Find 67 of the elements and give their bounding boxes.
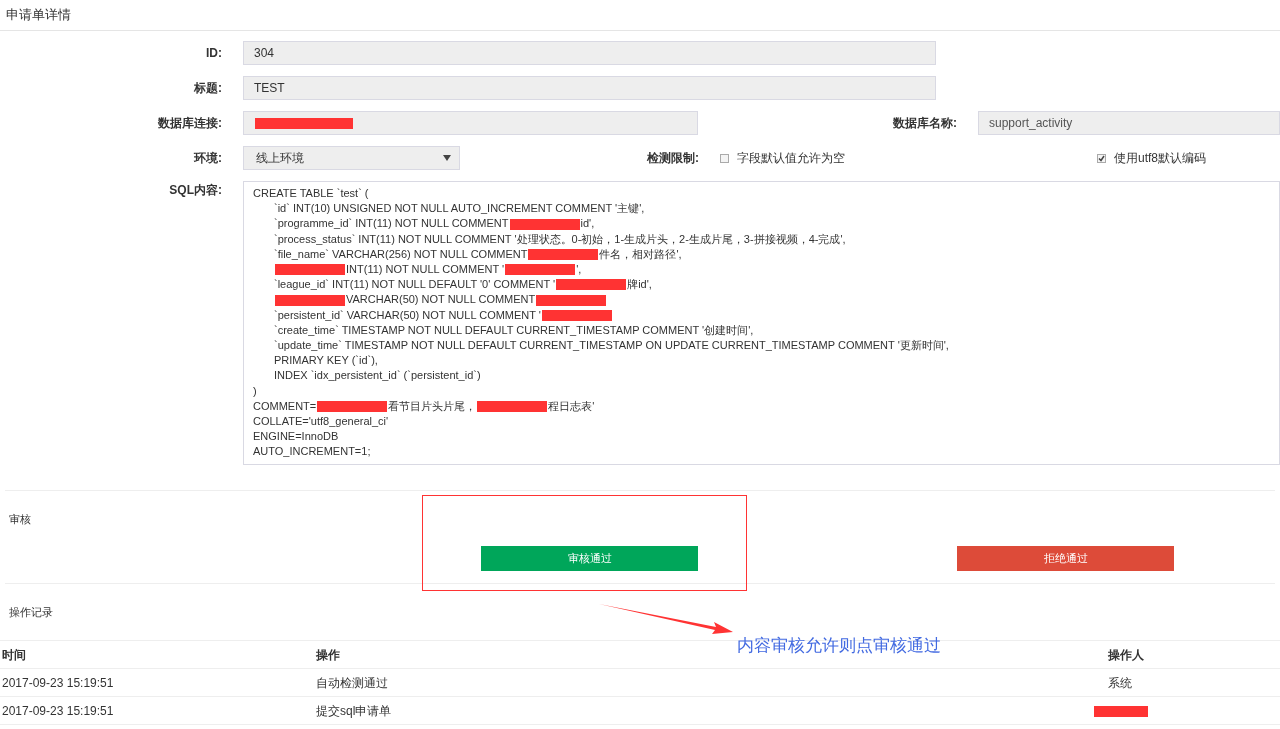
section-label: 操作记录 — [8, 604, 53, 620]
sql-text: 牌id', — [627, 277, 652, 293]
sql-text: 程日志表' — [548, 398, 595, 414]
table-cell: 自动检测通过 — [316, 675, 388, 690]
redaction-mark — [556, 279, 627, 291]
sql-text: `process_status` INT(11) NOT NULL COMMENT '处理状态。0-初始，1-生成片头，2-生成片尾，3-拼接视频，4-完成', — [274, 231, 846, 247]
sql-text: `programme_id` INT(11) NOT NULL COMMENT — [274, 216, 509, 232]
column-header: 操作人 — [1108, 647, 1144, 662]
table-cell: 系统 — [1108, 675, 1132, 690]
redaction-mark — [505, 264, 576, 276]
db-link-field[interactable] — [243, 111, 698, 135]
redaction-mark — [542, 309, 612, 321]
id-field[interactable]: 304 — [243, 41, 936, 65]
sql-text: ', — [576, 262, 582, 277]
field-label: SQL内容: — [169, 182, 222, 199]
column-header: 操作 — [316, 647, 340, 662]
section-label: 审核 — [9, 512, 31, 527]
title-field[interactable]: TEST — [243, 76, 936, 100]
field-label: 检测限制: — [647, 150, 699, 167]
checkbox[interactable] — [720, 153, 729, 163]
checkmark-icon — [1098, 154, 1105, 162]
field-label: 环境: — [194, 150, 222, 167]
redaction-mark — [509, 218, 580, 230]
checkbox[interactable] — [1097, 153, 1106, 163]
redaction-mark — [528, 248, 599, 260]
sql-text: ) — [253, 383, 257, 399]
sql-text: 件名，相对路径', — [599, 246, 682, 262]
reject-button[interactable]: 拒绝通过 — [957, 546, 1174, 571]
checkbox-label: 使用utf8默认编码 — [1114, 150, 1206, 167]
sql-text: `create_time` TIMESTAMP NOT NULL DEFAULT CURRENT_TIMESTAMP COMMENT '创建时间', — [274, 322, 754, 338]
redaction-mark — [536, 294, 607, 306]
redaction-mark — [275, 294, 345, 306]
annotation-text: 内容审核允许则点审核通过 — [737, 635, 941, 657]
sql-text: `league_id` INT(11) NOT NULL DEFAULT '0' COMMENT ' — [274, 277, 556, 293]
db-name-field[interactable]: support_activity — [978, 111, 1280, 135]
table-cell: 提交sql申请单 — [316, 703, 392, 718]
field-label: 标题: — [194, 80, 222, 97]
field-label: 数据库名称: — [893, 115, 957, 132]
sql-text: CREATE TABLE `test` ( — [253, 186, 369, 201]
sql-text: `update_time` TIMESTAMP NOT NULL DEFAULT CURRENT_TIMESTAMP ON UPDATE CURRENT_TIMESTAMP COMMENT '更新时间', — [274, 338, 949, 354]
column-header: 时间 — [2, 647, 26, 662]
sql-text: VARCHAR(50) NOT NULL COMMENT — [346, 292, 536, 308]
arrow-icon — [598, 602, 734, 635]
environment-select[interactable]: 线上环境 — [243, 146, 460, 170]
sql-text: PRIMARY KEY (`id`), — [274, 353, 378, 369]
redaction-mark — [477, 400, 548, 412]
field-label: 数据库连接: — [158, 115, 222, 132]
sql-text: id', — [580, 216, 595, 232]
caret-icon — [443, 155, 451, 161]
page-title: 申请单详情 — [6, 6, 71, 25]
table-cell: 2017-09-23 15:19:51 — [2, 703, 114, 718]
field-label: ID: — [206, 45, 222, 62]
sql-text: COMMENT= — [253, 398, 317, 414]
sql-text: ENGINE=InnoDB — [253, 429, 339, 445]
redaction-mark — [275, 264, 345, 276]
sql-text: INDEX `idx_persistent_id` (`persistent_id`) — [274, 368, 481, 384]
sql-text: `file_name` VARCHAR(256) NOT NULL COMMENT — [274, 246, 528, 262]
sql-textarea[interactable] — [243, 181, 1280, 465]
checkbox-label: 字段默认值允许为空 — [737, 150, 845, 167]
sql-text: `persistent_id` VARCHAR(50) NOT NULL COMMENT ' — [274, 307, 541, 323]
redaction-mark — [317, 400, 388, 412]
sql-text: `id` INT(10) UNSIGNED NOT NULL AUTO_INCREMENT COMMENT '主键', — [274, 201, 645, 217]
table-cell: 2017-09-23 15:19:51 — [2, 675, 114, 690]
sql-text: AUTO_INCREMENT=1; — [253, 444, 371, 460]
sql-text: INT(11) NOT NULL COMMENT ' — [346, 262, 505, 277]
sql-text: COLLATE='utf8_general_ci' — [253, 414, 389, 430]
sql-text: 看节目片头片尾， — [388, 398, 477, 414]
